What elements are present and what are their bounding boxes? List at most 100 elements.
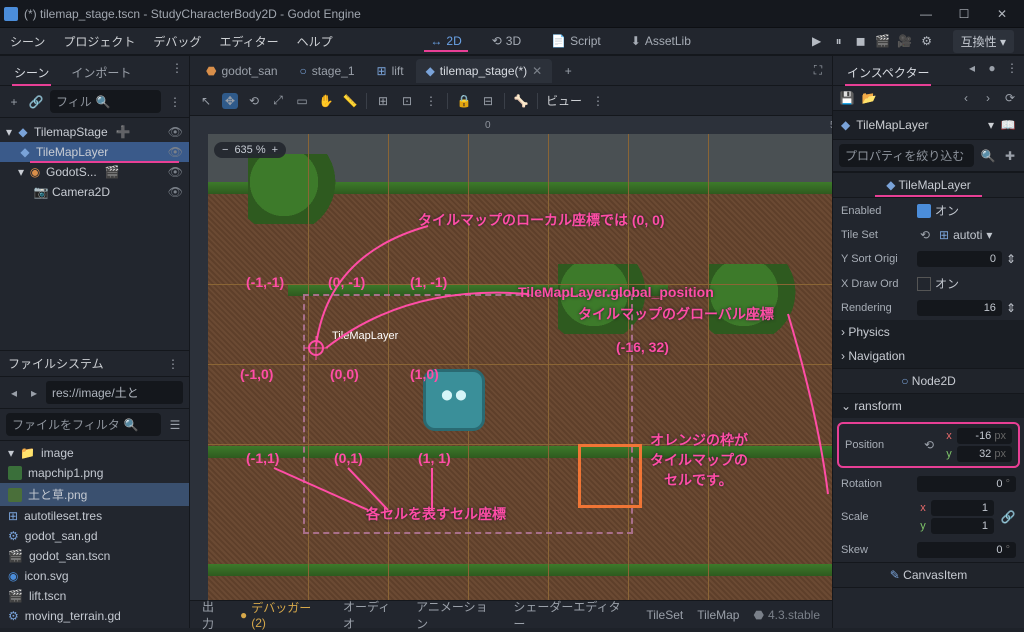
fs-file[interactable]: 🎬godot_san.tscn [0,546,189,566]
path-fwd-icon[interactable]: ▸ [26,385,42,401]
scene-filter[interactable]: フィル🔍 [50,90,161,113]
prop-rendering[interactable]: Rendering 16⇕ [833,296,1024,320]
history-back-icon[interactable]: ‹ [958,90,974,106]
visibility-icon[interactable]: 👁 [168,125,183,139]
editor-tab[interactable]: ⬣godot_san [196,59,288,83]
select-tool-icon[interactable]: ↖ [198,93,214,109]
prop-scale[interactable]: Scale x1 y1 🔗 [833,496,1024,538]
menu-project[interactable]: プロジェクト [63,33,135,50]
fs-file[interactable]: 🎬lift.tscn [0,586,189,606]
visibility-icon[interactable]: 👁 [168,185,183,199]
bottom-tab-tileset[interactable]: TileSet [646,608,683,622]
prop-rotation[interactable]: Rotation 0 ° [833,472,1024,496]
class-header-node2d[interactable]: ○ Node2D [833,368,1024,394]
filter-options-icon[interactable]: ✚ [1002,148,1018,164]
group-icon[interactable]: ⊟ [480,93,496,109]
inspector-filter[interactable]: プロパティを絞り込む [839,144,974,167]
pan-tool-icon[interactable]: ✋ [318,93,334,109]
view-2d[interactable]: ↔ 2D [424,30,467,52]
editor-tab[interactable]: ○stage_1 [290,59,365,83]
fs-file[interactable]: ⊞autotileset.tres [0,506,189,526]
filesystem-options-icon[interactable]: ☰ [167,417,183,433]
scene-options-icon[interactable]: ⋮ [167,94,183,110]
stop-button[interactable]: ◼ [853,33,869,49]
prop-position[interactable]: Position ⟲ x-16 px y32 px [841,426,1016,464]
render-button[interactable]: ⚙ [919,33,935,49]
inspector-object-selector[interactable]: ◆TileMapLayer ▾ 📖 [833,111,1024,140]
fs-file[interactable]: mapchip1.png [0,463,189,483]
distraction-free-icon[interactable]: ⛶ [810,63,826,79]
revert-icon[interactable]: ⟲ [921,437,937,453]
tab-close-icon[interactable]: ✕ [532,64,542,78]
node-camera2d[interactable]: 📷 Camera2D 👁 [0,182,189,202]
node-root[interactable]: ▾◆ TilemapStage ➕ 👁 [0,122,189,142]
visibility-icon[interactable]: 👁 [168,165,183,179]
load-icon[interactable]: 📂 [861,90,877,106]
minimize-button[interactable]: — [908,3,944,25]
path-back-icon[interactable]: ◂ [6,385,22,401]
fs-file-selected[interactable]: 土と草.png [0,483,189,506]
move-tool-icon[interactable]: ✥ [222,93,238,109]
pause-button[interactable]: ⏸ [831,33,847,49]
add-node-icon[interactable]: + [6,94,22,110]
canvas[interactable]: TileMapLayer (-1,-1) (0, -1) (1, -1) (-1… [208,134,832,600]
bottom-tab-output[interactable]: 出力 [202,598,226,632]
view-menu[interactable]: ビュー [546,92,582,109]
rotate-tool-icon[interactable]: ⟲ [246,93,262,109]
zoom-in-icon[interactable]: + [272,144,278,156]
checkbox-icon[interactable] [917,204,931,218]
ruler-tool-icon[interactable]: 📏 [342,93,358,109]
zoom-out-icon[interactable]: − [222,144,228,156]
link-icon[interactable]: 🔗 [28,94,44,110]
class-header[interactable]: ◆ TileMapLayer [833,172,1024,198]
prop-enabled[interactable]: Enabled オン [833,198,1024,223]
view-script[interactable]: 📄 Script [545,30,607,52]
dock-prev-icon[interactable]: ◂ [964,60,980,76]
history-fwd-icon[interactable]: › [980,90,996,106]
menu-editor[interactable]: エディター [219,33,278,50]
class-header-canvasitem[interactable]: ✎ CanvasItem [833,562,1024,588]
bottom-tab-animation[interactable]: アニメーション [416,598,499,632]
section-transform[interactable]: ⌄ ransform [833,394,1024,418]
dock-menu-icon[interactable]: ⋮ [169,60,185,76]
bone-icon[interactable]: 🦴 [513,93,529,109]
prop-tileset[interactable]: Tile Set ⟲ ⊞autoti ▾ [833,223,1024,247]
bottom-tab-shader[interactable]: シェーダーエディター [513,598,632,632]
fs-file[interactable]: ⚙godot_san.gd [0,526,189,546]
prop-ysort[interactable]: Y Sort Origi 0⇕ [833,247,1024,271]
bottom-tab-tilemap[interactable]: TileMap [697,608,739,622]
save-icon[interactable]: 💾 [839,90,855,106]
view-3d[interactable]: ⟲ 3D [486,30,527,52]
rect-tool-icon[interactable]: ▭ [294,93,310,109]
inspector-tab[interactable]: インスペクター [837,60,939,85]
script-icon[interactable]: 🎬 [105,165,120,179]
snap-options-icon[interactable]: ⊡ [399,93,415,109]
new-tab-icon[interactable]: + [560,63,576,79]
link-icon[interactable]: 🔗 [1000,509,1016,525]
dock-menu-icon[interactable]: ⋮ [1004,60,1020,76]
prop-xdraw[interactable]: X Draw Ord オン [833,271,1024,296]
scale-tool-icon[interactable]: ⤢ [270,93,286,109]
visibility-icon[interactable]: 👁 [168,145,183,159]
close-button[interactable]: ✕ [984,3,1020,25]
import-tab[interactable]: インポート [61,60,141,85]
node-tilemaplayer[interactable]: ◆ TileMapLayer 👁 [0,142,189,162]
section-navigation[interactable]: › Navigation [833,344,1024,368]
prop-skew[interactable]: Skew 0 ° [833,538,1024,562]
filesystem-menu-icon[interactable]: ⋮ [165,356,181,372]
fs-file[interactable]: ⚙moving_terrain.gd [0,606,189,626]
maximize-button[interactable]: ☐ [946,3,982,25]
viewport[interactable]: 0 50 [190,116,832,600]
view-assetlib[interactable]: ⬇ AssetLib [625,30,697,52]
bottom-tab-audio[interactable]: オーディオ [343,598,402,632]
movie-button[interactable]: 🎥 [897,33,913,49]
snap-icon[interactable]: ⊞ [375,93,391,109]
dock-next-icon[interactable]: ● [984,60,1000,76]
menu-scene[interactable]: シーン [10,33,45,50]
zoom-control[interactable]: − 635 % + [214,142,286,158]
snap-config-icon[interactable]: ⋮ [423,93,439,109]
section-physics[interactable]: › Physics [833,320,1024,344]
editor-tab[interactable]: ⊞lift [367,59,414,83]
fs-folder[interactable]: ▾📁image [0,443,189,463]
bottom-tab-debugger[interactable]: ● デバッガー (2) [240,599,329,630]
